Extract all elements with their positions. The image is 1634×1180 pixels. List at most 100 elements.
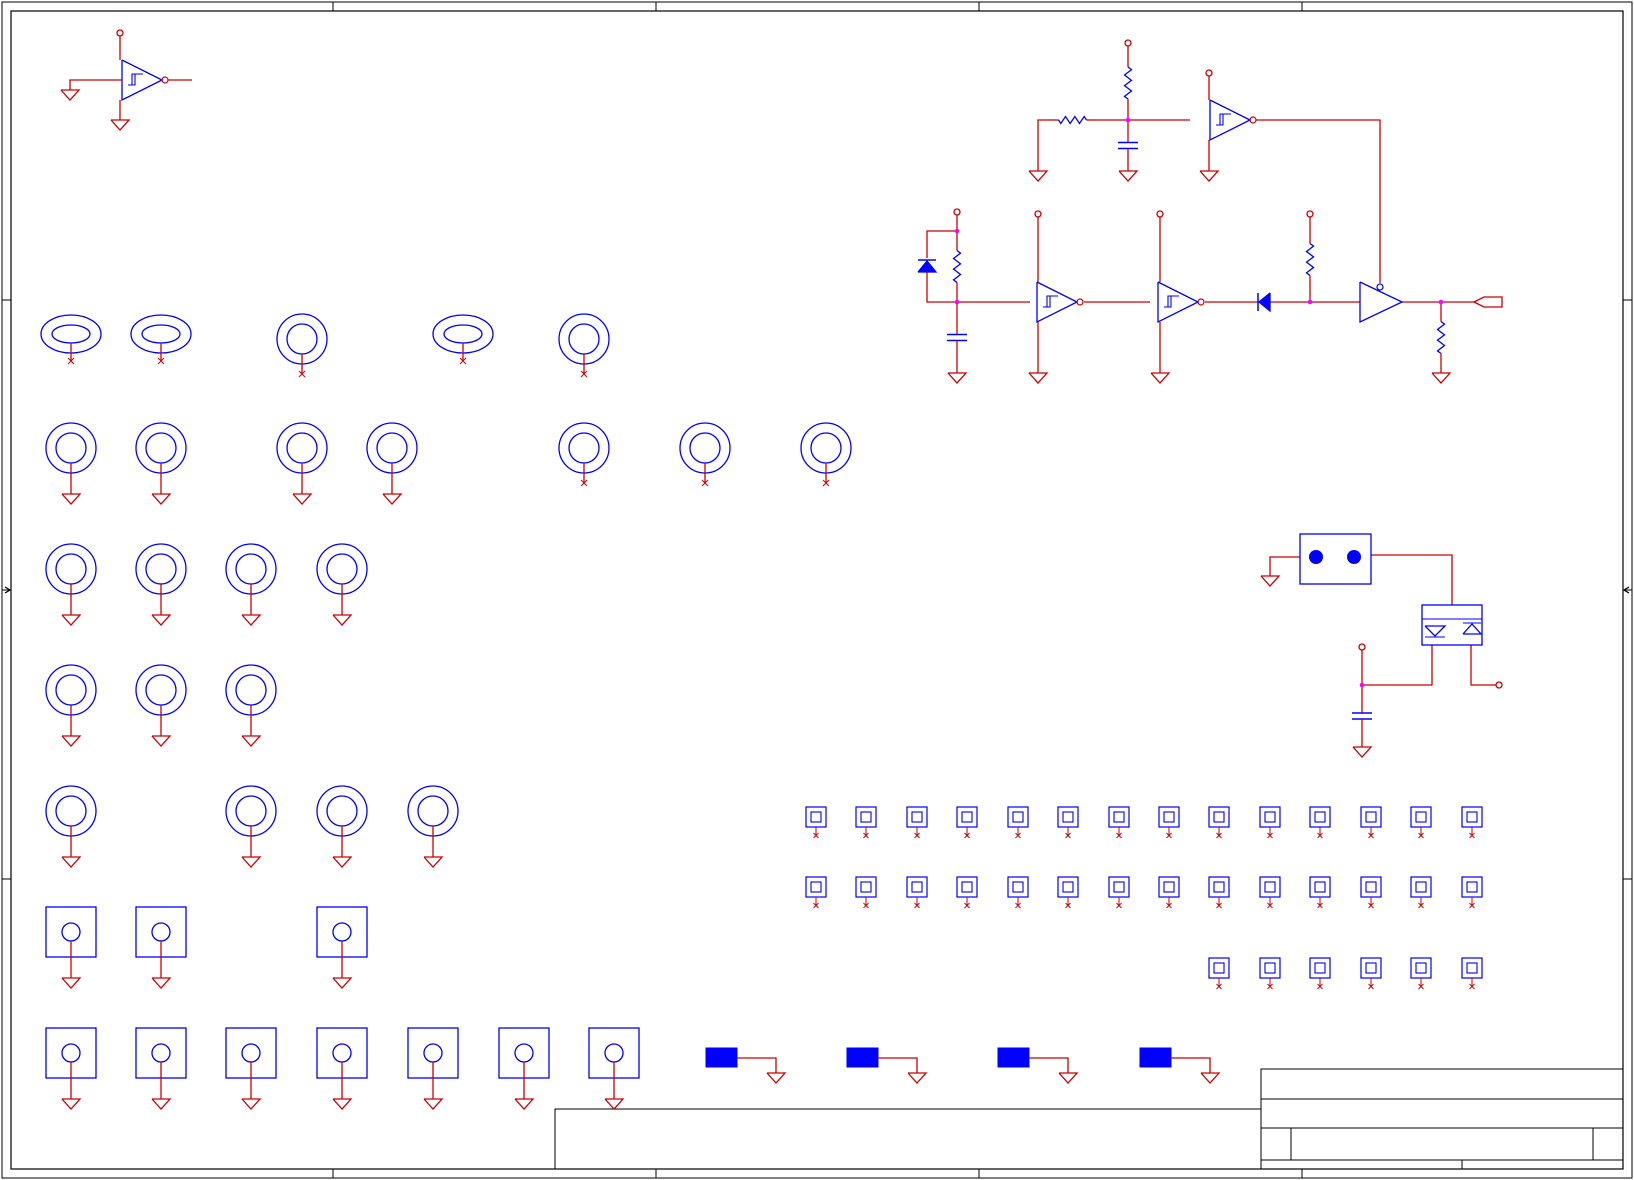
ground-symbol (61, 493, 82, 505)
round-mounting-hole (45, 543, 97, 615)
ground-symbol (110, 119, 131, 131)
schematic-sheet (0, 0, 1634, 1180)
round-mounting-hole (225, 785, 277, 857)
ground-symbol (1118, 170, 1139, 182)
diode-horizontal (1257, 292, 1271, 313)
ground-symbol (241, 856, 262, 868)
oval-mounting-hole (40, 314, 102, 365)
round-mounting-hole (225, 664, 277, 736)
round-mounting-hole (45, 664, 97, 736)
square-mounting-pad (45, 1027, 97, 1099)
ground-symbol (1058, 1072, 1079, 1084)
test-point (1461, 957, 1483, 990)
test-point (1057, 806, 1079, 839)
ground-symbol (423, 1098, 444, 1110)
ground-symbol (332, 977, 353, 989)
filled-pad (1139, 1047, 1211, 1073)
test-point (1410, 806, 1432, 839)
round-mounting-hole (45, 422, 97, 494)
test-point (1309, 876, 1331, 909)
square-mounting-pad (225, 1027, 277, 1099)
round-mounting-hole (316, 785, 368, 857)
schmitt-buffer-top-left (69, 36, 192, 120)
ground-symbol (1200, 1072, 1221, 1084)
test-point (1410, 876, 1432, 909)
oval-mounting-hole (130, 314, 192, 365)
test-point (1158, 876, 1180, 909)
two-pin-connector (1299, 533, 1372, 585)
power-terminal (1358, 643, 1366, 651)
test-point (906, 876, 928, 909)
square-mounting-pad (135, 906, 187, 978)
round-mounting-hole (366, 422, 418, 494)
round-mounting-hole (225, 543, 277, 615)
ground-symbol (61, 614, 82, 626)
square-mounting-pad (316, 1027, 368, 1099)
power-terminal (116, 29, 124, 37)
square-mounting-pad (135, 1027, 187, 1099)
power-terminal (1124, 39, 1132, 47)
power-terminal (953, 208, 961, 216)
junction-dot (1125, 117, 1131, 123)
test-point (1259, 876, 1281, 909)
ground-symbol (332, 1098, 353, 1110)
ground-symbol (60, 89, 81, 101)
power-terminal (1156, 210, 1164, 218)
test-point (956, 806, 978, 839)
ground-symbol (151, 614, 172, 626)
power-terminal (1495, 681, 1503, 689)
test-point (805, 876, 827, 909)
round-mounting-hole (276, 422, 328, 494)
round-mounting-hole (558, 313, 610, 378)
schmitt-buffer-oscillator (1209, 99, 1257, 142)
ground-symbol (423, 856, 444, 868)
square-mounting-pad (407, 1027, 459, 1099)
test-point (1057, 876, 1079, 909)
round-mounting-hole (135, 422, 187, 494)
ground-symbol (604, 1098, 625, 1110)
test-point (1259, 957, 1281, 990)
round-mounting-hole (135, 664, 187, 736)
test-point (855, 806, 877, 839)
filled-pad (997, 1047, 1069, 1073)
filled-pad (705, 1047, 777, 1073)
square-mounting-pad (498, 1027, 550, 1099)
ground-symbol (61, 977, 82, 989)
ground-symbol (241, 1098, 262, 1110)
dual-switch-device (1421, 604, 1483, 646)
ground-symbol (241, 614, 262, 626)
ground-symbol (332, 856, 353, 868)
schematic-canvas (1, 1, 1633, 1179)
test-point (1108, 876, 1130, 909)
ground-symbol (1260, 575, 1281, 587)
ground-symbol (766, 1072, 787, 1084)
test-point (1158, 806, 1180, 839)
test-point (855, 876, 877, 909)
junction-dot (954, 228, 960, 234)
drawing-frame (1, 1, 1633, 1179)
junction-dot (1438, 299, 1444, 305)
ground-symbol (61, 856, 82, 868)
test-point (1259, 806, 1281, 839)
round-mounting-hole (276, 313, 328, 378)
junction-dot (954, 299, 960, 305)
oval-mounting-hole (432, 314, 494, 365)
test-point (1360, 806, 1382, 839)
ground-symbol (1199, 170, 1220, 182)
output-port (1473, 296, 1503, 308)
square-mounting-pad (316, 906, 368, 978)
test-point (1461, 806, 1483, 839)
test-point (1309, 957, 1331, 990)
ground-symbol (1150, 372, 1171, 384)
ground-symbol (151, 735, 172, 747)
test-point (1309, 806, 1331, 839)
test-point (805, 806, 827, 839)
ground-symbol (514, 1098, 535, 1110)
ground-symbol (61, 735, 82, 747)
round-mounting-hole (558, 422, 610, 487)
schmitt-buffer-2 (1157, 281, 1205, 324)
test-point (1208, 806, 1230, 839)
ground-symbol (947, 372, 968, 384)
oscillator-circuit (1037, 46, 1381, 283)
test-point (1007, 876, 1029, 909)
